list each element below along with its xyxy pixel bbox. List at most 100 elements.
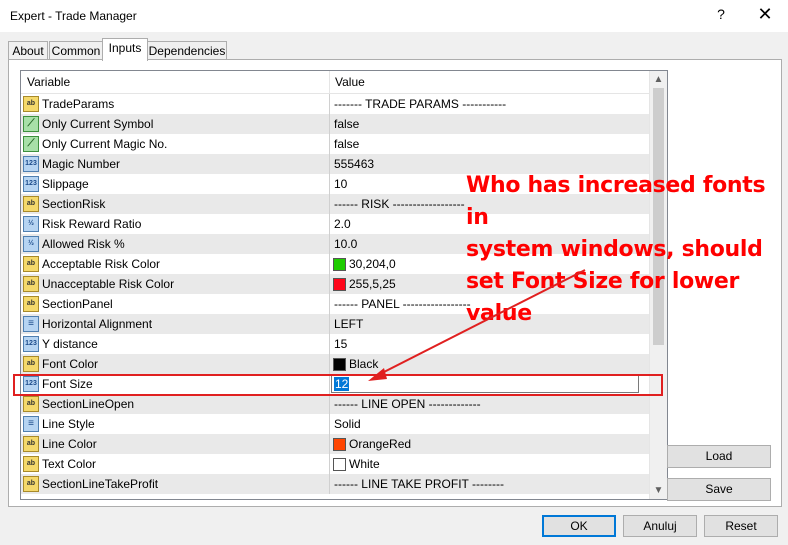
variable-value: ------ LINE OPEN ------------- [334, 397, 481, 411]
variable-value: 10 [334, 177, 348, 191]
num-type-icon: 123 [23, 336, 39, 352]
ok-button[interactable]: OK [542, 515, 616, 537]
header-variable[interactable]: Variable [21, 71, 70, 93]
value-cell[interactable]: OrangeRed [330, 434, 648, 454]
variable-cell[interactable]: ⟋ Only Current Symbol [21, 114, 330, 134]
variable-name: Line Color [42, 437, 97, 451]
save-button[interactable]: Save [667, 478, 771, 501]
variable-cell[interactable]: ab Text Color [21, 454, 330, 474]
ab-type-icon: ab [23, 96, 39, 112]
variable-name: Only Current Symbol [42, 117, 154, 131]
scroll-up-icon[interactable]: ▲ [650, 71, 667, 88]
value-cell[interactable]: 15 [330, 334, 648, 354]
window-title: Expert - Trade Manager [10, 9, 137, 23]
table-row[interactable]: ≡ Line Style Solid [21, 414, 649, 434]
variable-name: TradeParams [42, 97, 115, 111]
tab-inputs[interactable]: Inputs [102, 38, 148, 61]
header-value[interactable]: Value [329, 71, 365, 93]
close-button[interactable]: ✕ [755, 4, 775, 26]
annotation-line-1: Who has increased fonts in [466, 173, 766, 230]
variable-name: Risk Reward Ratio [42, 217, 142, 231]
ab-type-icon: ab [23, 476, 39, 492]
variable-name: Unacceptable Risk Color [42, 277, 175, 291]
value-cell[interactable]: ------ LINE OPEN ------------- [330, 394, 648, 414]
color-swatch [333, 358, 346, 371]
table-row[interactable]: ab SectionLineOpen ------ LINE OPEN ------… [21, 394, 649, 414]
variable-value: false [334, 137, 360, 151]
variable-value: ------- TRADE PARAMS ----------- [334, 97, 507, 111]
help-button[interactable]: ? [712, 6, 730, 26]
variable-value: false [334, 117, 360, 131]
table-row[interactable]: ⟋ Only Current Symbol false [21, 114, 649, 134]
value-cell[interactable]: ------ LINE TAKE PROFIT -------- [330, 474, 648, 494]
enum-type-icon: ≡ [23, 416, 39, 432]
variable-cell[interactable]: ab SectionLineOpen [21, 394, 330, 414]
dbl-type-icon: ½ [23, 236, 39, 252]
value-cell[interactable]: ------- TRADE PARAMS ----------- [330, 94, 648, 114]
variable-cell[interactable]: ab Unacceptable Risk Color [21, 274, 330, 294]
variable-value: ------ LINE TAKE PROFIT -------- [334, 477, 504, 491]
tab-common[interactable]: Common [49, 41, 103, 60]
variable-cell[interactable]: ab SectionRisk [21, 194, 330, 214]
variable-cell[interactable]: ab Line Color [21, 434, 330, 454]
bool-type-icon: ⟋ [23, 116, 39, 132]
variable-cell[interactable]: ab SectionLineTakeProfit [21, 474, 330, 494]
variable-cell[interactable]: ½ Allowed Risk % [21, 234, 330, 254]
color-swatch [333, 258, 346, 271]
color-type-icon: ab [23, 256, 39, 272]
tab-about[interactable]: About [8, 41, 48, 60]
variable-name: Allowed Risk % [42, 237, 125, 251]
variable-name: Slippage [42, 177, 89, 191]
color-type-icon: ab [23, 356, 39, 372]
table-row[interactable]: 123 Y distance 15 [21, 334, 649, 354]
color-type-icon: ab [23, 456, 39, 472]
value-cell[interactable]: Solid [330, 414, 648, 434]
value-cell[interactable]: false [330, 114, 648, 134]
table-row[interactable]: ⟋ Only Current Magic No. false [21, 134, 649, 154]
color-swatch [333, 458, 346, 471]
color-swatch [333, 438, 346, 451]
value-cell[interactable]: false [330, 134, 648, 154]
dbl-type-icon: ½ [23, 216, 39, 232]
ab-type-icon: ab [23, 196, 39, 212]
annotation-text: Who has increased fonts in system window… [466, 170, 786, 330]
ab-type-icon: ab [23, 296, 39, 312]
variable-cell[interactable]: 123 Slippage [21, 174, 330, 194]
variable-value: 10.0 [334, 237, 358, 251]
table-row[interactable]: ab Line Color OrangeRed [21, 434, 649, 454]
variable-cell[interactable]: ab SectionPanel [21, 294, 330, 314]
reset-button[interactable]: Reset [704, 515, 778, 537]
scroll-down-icon[interactable]: ▼ [650, 482, 667, 499]
variable-value: 2.0 [334, 217, 351, 231]
variable-cell[interactable]: ≡ Horizontal Alignment [21, 314, 330, 334]
annotation-line-2: system windows, should [466, 237, 763, 262]
table-row[interactable]: ab Font Color Black [21, 354, 649, 374]
variable-value: 30,204,0 [349, 257, 396, 271]
variable-name: Horizontal Alignment [42, 317, 153, 331]
tab-dependencies[interactable]: Dependencies [147, 41, 227, 60]
variable-cell[interactable]: 123 Magic Number [21, 154, 330, 174]
table-row[interactable]: ab SectionLineTakeProfit ------ LINE TAKE … [21, 474, 649, 494]
variable-name: Line Style [42, 417, 95, 431]
variable-cell[interactable]: 123 Y distance [21, 334, 330, 354]
table-row[interactable]: ab TradeParams ------- TRADE PARAMS ------… [21, 94, 649, 114]
title-bar: Expert - Trade Manager ? ✕ [0, 0, 788, 32]
value-cell[interactable]: White [330, 454, 648, 474]
variable-cell[interactable]: ½ Risk Reward Ratio [21, 214, 330, 234]
cancel-button[interactable]: Anuluj [623, 515, 697, 537]
table-row[interactable]: ab Text Color White [21, 454, 649, 474]
num-type-icon: 123 [23, 156, 39, 172]
value-cell[interactable]: Black [330, 354, 648, 374]
color-type-icon: ab [23, 276, 39, 292]
load-button[interactable]: Load [667, 445, 771, 468]
variable-cell[interactable]: ab Font Color [21, 354, 330, 374]
variable-name: SectionLineTakeProfit [42, 477, 159, 491]
color-swatch [333, 278, 346, 291]
variable-cell[interactable]: ab Acceptable Risk Color [21, 254, 330, 274]
variable-value: Black [349, 357, 379, 371]
variable-cell[interactable]: ab TradeParams [21, 94, 330, 114]
variable-cell[interactable]: ≡ Line Style [21, 414, 330, 434]
variable-cell[interactable]: ⟋ Only Current Magic No. [21, 134, 330, 154]
grid-header: Variable Value [21, 71, 649, 94]
variable-value: ------ PANEL ----------------- [334, 297, 471, 311]
